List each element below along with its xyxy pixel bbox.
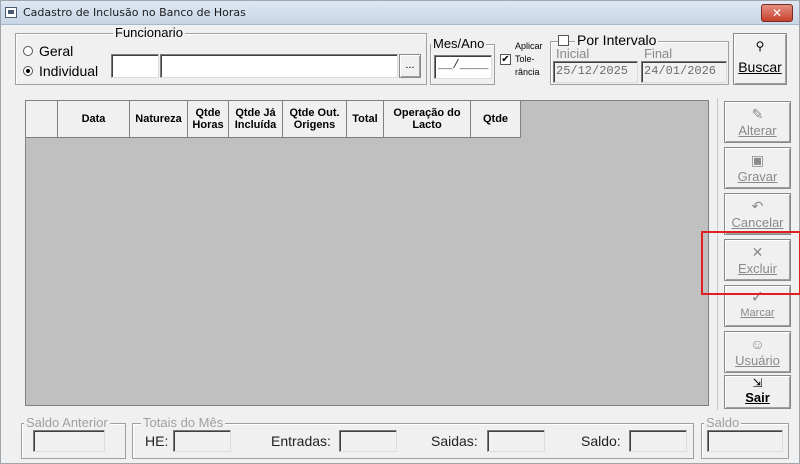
intervalo-checkbox[interactable] (558, 35, 569, 46)
saldo-anterior-input (33, 430, 105, 452)
funcionario-name-input[interactable] (160, 54, 398, 78)
usuario-button[interactable]: ☺ Usuário (724, 331, 791, 373)
grid-header-indicator (26, 101, 58, 138)
main-window: Cadastro de Inclusão no Banco de Horas ✕… (0, 0, 800, 464)
funcionario-title: Funcionario (113, 25, 185, 40)
exit-door-icon: ⇲ (752, 376, 763, 390)
mes-ano-title: Mes/Ano (431, 36, 487, 51)
grid-header-qtde-horas[interactable]: Qtde Horas (188, 101, 229, 138)
tolerancia-checkbox[interactable]: ✔ (500, 54, 511, 65)
cancelar-button[interactable]: ↶ Cancelar (724, 193, 791, 235)
alterar-button[interactable]: ✎ Alterar (724, 101, 791, 143)
sair-label: Sair (745, 390, 770, 405)
inicial-date-input[interactable]: 25/12/2025 (553, 61, 638, 83)
edit-icon: ✎ (751, 106, 764, 122)
mes-ano-input[interactable]: __/____ (434, 55, 492, 79)
radio-geral[interactable] (23, 46, 33, 56)
saldo-input (707, 430, 783, 452)
gravar-label: Gravar (737, 169, 778, 184)
excluir-highlight-box (701, 231, 800, 295)
totais-mes-title: Totais do Mês (141, 415, 226, 430)
sair-button[interactable]: ⇲ Sair (724, 375, 791, 409)
gravar-button[interactable]: ▣ Gravar (724, 147, 791, 189)
saldo-mes-input (629, 430, 687, 452)
saidas-input (487, 430, 545, 452)
he-input (173, 430, 231, 452)
grid-header: Data Natureza Qtde Horas Qtde Já Incluíd… (26, 101, 521, 138)
undo-icon: ↶ (751, 198, 764, 214)
close-button[interactable]: ✕ (761, 4, 793, 22)
grid-header-qtde-out-origens[interactable]: Qtde Out. Origens (283, 101, 347, 138)
grid-header-qtde-ja-incluida[interactable]: Qtde Já Incluída (229, 101, 283, 138)
usuario-label: Usuário (735, 353, 780, 368)
saldo-label: Saldo: (581, 433, 621, 449)
saidas-label: Saidas: (431, 433, 478, 449)
grid-header-qtde[interactable]: Qtde (471, 101, 521, 138)
marcar-label: Marcar (740, 307, 775, 319)
grid-header-data[interactable]: Data (58, 101, 130, 138)
inicial-label: Inicial (556, 46, 590, 61)
entradas-input (339, 430, 397, 452)
tolerancia-label-1: Aplicar (515, 41, 543, 51)
app-icon (5, 7, 17, 18)
radio-geral-label: Geral (39, 43, 74, 59)
buscar-button[interactable]: ⚲ Buscar (733, 33, 787, 85)
alterar-label: Alterar (738, 123, 777, 138)
window-title: Cadastro de Inclusão no Banco de Horas (23, 6, 246, 19)
cancelar-label: Cancelar (731, 215, 784, 230)
user-icon: ☺ (750, 336, 765, 352)
funcionario-code-input[interactable] (111, 54, 159, 78)
final-date-input[interactable]: 24/01/2026 (641, 61, 727, 83)
tolerancia-label-3: rância (515, 67, 540, 77)
grid-header-natureza[interactable]: Natureza (130, 101, 188, 138)
saldo-anterior-title: Saldo Anterior (24, 415, 110, 430)
buscar-label: Buscar (738, 59, 782, 75)
radio-individual-label: Individual (39, 63, 99, 79)
radio-individual[interactable] (23, 66, 33, 76)
lancamentos-grid[interactable]: Data Natureza Qtde Horas Qtde Já Incluíd… (25, 100, 709, 406)
he-label: HE: (145, 433, 169, 449)
tolerancia-label-2: Tole- (515, 54, 535, 64)
entradas-label: Entradas: (271, 433, 331, 449)
funcionario-lookup-button[interactable]: ... (399, 54, 421, 78)
saldo-title: Saldo (704, 415, 742, 430)
binoculars-icon: ⚲ (755, 39, 765, 53)
grid-header-operacao[interactable]: Operação do Lacto (384, 101, 471, 138)
save-icon: ▣ (750, 152, 765, 168)
grid-header-total[interactable]: Total (347, 101, 384, 138)
title-bar: Cadastro de Inclusão no Banco de Horas ✕ (1, 1, 799, 25)
final-label: Final (644, 46, 673, 61)
